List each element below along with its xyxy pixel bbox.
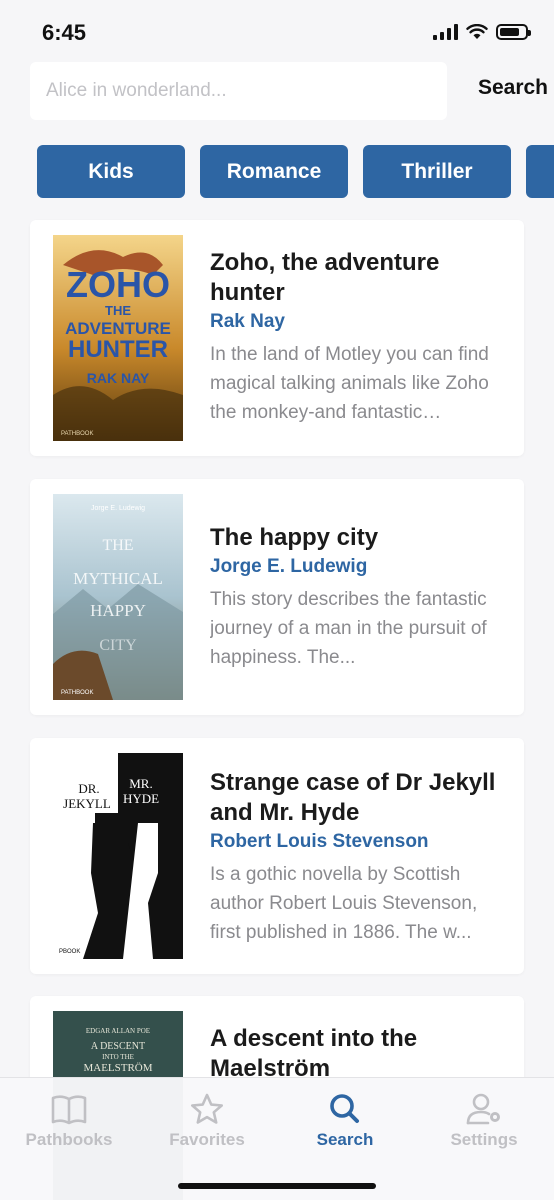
book-card[interactable]: ZOHO THE ADVENTURE HUNTER RAK NAY PATHBO…	[30, 220, 524, 456]
book-description: This story describes the fantastic journ…	[210, 589, 487, 668]
tab-label: Search	[316, 1130, 374, 1149]
cover-title-line: MR.	[129, 776, 152, 791]
home-indicator	[178, 1183, 376, 1189]
tab-favorites[interactable]: Favorites	[147, 1092, 267, 1150]
cover-title-line: MAELSTRÖM	[83, 1062, 152, 1074]
cover-publisher: PATHBOOK	[61, 431, 93, 437]
book-description: In the land of Motley you can find magic…	[210, 344, 489, 423]
book-author[interactable]: Robert Louis Stevenson	[210, 829, 504, 855]
category-chip-thriller[interactable]: Thriller	[363, 145, 511, 198]
cover-title-line: MYTHICAL	[73, 569, 163, 588]
book-cover: Jorge E. Ludewig THE MYTHICAL HAPPY CITY…	[53, 494, 183, 700]
wifi-icon	[466, 24, 488, 39]
cover-author: Jorge E. Ludewig	[91, 505, 145, 512]
book-card[interactable]: Jorge E. Ludewig THE MYTHICAL HAPPY CITY…	[30, 479, 524, 715]
cover-title-line: HYDE	[123, 791, 159, 806]
book-info: Strange case of Dr Jekyll and Mr. Hyde R…	[210, 768, 504, 947]
book-open-icon	[51, 1095, 87, 1125]
book-title: Strange case of Dr Jekyll and Mr. Hyde	[210, 769, 496, 826]
search-icon	[330, 1094, 359, 1123]
book-info: The happy city Jorge E. Ludewig This sto…	[210, 523, 504, 672]
cover-title-line: EDGAR ALLAN POE	[86, 1027, 150, 1035]
search-button[interactable]: Search	[478, 76, 548, 100]
cover-publisher: PBOOK	[59, 949, 80, 955]
category-chip-kids[interactable]: Kids	[37, 145, 185, 198]
category-chip-more[interactable]	[526, 145, 554, 198]
star-icon	[191, 1093, 223, 1124]
book-author[interactable]: Rak Nay	[210, 309, 504, 335]
cover-title-line: CITY	[99, 637, 137, 654]
status-bar: 6:45	[0, 0, 554, 62]
search-input[interactable]	[30, 62, 447, 120]
book-cover: DR. JEKYLL MR. HYDE PBOOK	[53, 753, 183, 959]
status-time: 6:45	[42, 20, 87, 45]
category-chip-romance[interactable]: Romance	[200, 145, 348, 198]
book-cover: ZOHO THE ADVENTURE HUNTER RAK NAY PATHBO…	[53, 235, 183, 441]
status-icons	[433, 24, 531, 40]
book-description: Is a gothic novella by Scottish author R…	[210, 864, 478, 943]
tab-label: Pathbooks	[25, 1130, 113, 1149]
cover-title-line: JEKYLL	[63, 796, 111, 811]
cover-title-line: ZOHO	[66, 264, 170, 305]
book-title: A descent into the Maelström	[210, 1025, 418, 1082]
book-info: Zoho, the adventure hunter Rak Nay In th…	[210, 248, 504, 427]
tab-settings[interactable]: Settings	[424, 1092, 544, 1150]
category-chips: Kids Romance Thriller	[37, 145, 554, 198]
book-title: Zoho, the adventure hunter	[210, 249, 440, 306]
tab-search[interactable]: Search	[285, 1092, 405, 1150]
cover-title-line: THE	[102, 537, 133, 554]
tab-bar: Pathbooks Favorites Search Settings	[0, 1077, 554, 1200]
book-info: A descent into the Maelström	[210, 1024, 504, 1084]
book-author[interactable]: Jorge E. Ludewig	[210, 554, 504, 580]
cover-publisher: PATHBOOK	[61, 690, 93, 696]
cellular-signal-icon	[433, 24, 458, 40]
cover-title-line: INTO THE	[102, 1053, 134, 1061]
tab-pathbooks[interactable]: Pathbooks	[9, 1092, 129, 1150]
cover-title-line: THE	[105, 303, 131, 318]
cover-title-line: DR.	[78, 781, 99, 796]
user-gear-icon	[466, 1093, 500, 1125]
tab-label: Settings	[450, 1130, 518, 1149]
tab-label: Favorites	[169, 1130, 245, 1149]
cover-title-line: HUNTER	[68, 336, 168, 363]
book-title: The happy city	[210, 524, 379, 551]
battery-icon	[496, 24, 531, 40]
cover-author: RAK NAY	[87, 370, 150, 386]
cover-title-line: HAPPY	[90, 601, 146, 620]
book-card[interactable]: DR. JEKYLL MR. HYDE PBOOK Strange case o…	[30, 738, 524, 974]
search-row: Search	[30, 62, 548, 120]
cover-title-line: A DESCENT	[91, 1041, 145, 1052]
